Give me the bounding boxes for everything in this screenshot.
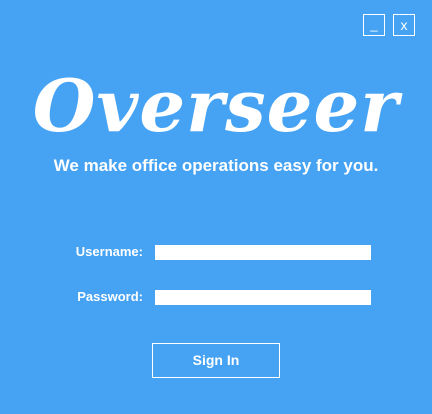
login-window: _ x Overseer We make office operations e… [0,0,432,414]
username-input[interactable] [155,245,371,260]
minimize-button[interactable]: _ [363,14,385,36]
username-label: Username: [75,244,143,259]
tagline: We make office operations easy for you. [53,156,379,175]
sign-in-button[interactable]: Sign In [152,343,280,378]
password-input[interactable] [155,290,371,305]
close-button[interactable]: x [393,14,415,36]
password-label: Password: [77,289,143,304]
app-logo: Overseer [32,63,400,148]
